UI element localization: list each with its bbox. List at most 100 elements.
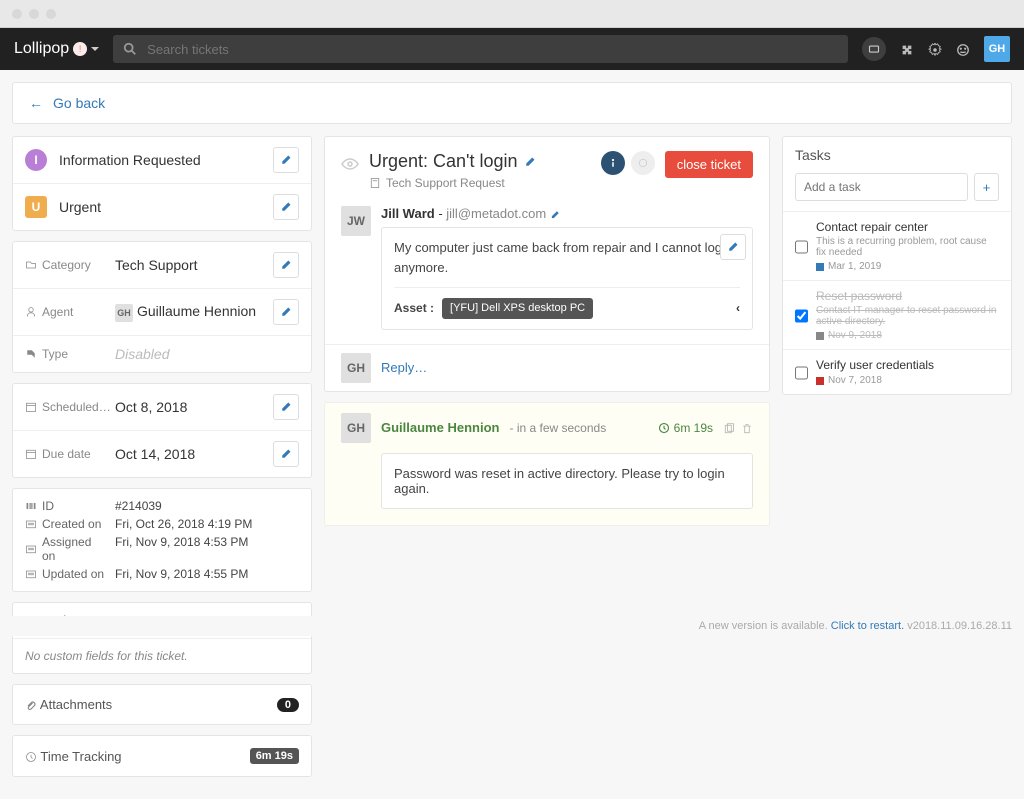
task-title: Contact repair center bbox=[816, 220, 999, 234]
agent-value: GHGuillaume Hennion bbox=[115, 303, 265, 322]
assigned-value: Fri, Nov 9, 2018 4:53 PM bbox=[115, 535, 248, 563]
eye-icon bbox=[341, 155, 359, 171]
edit-duedate-button[interactable] bbox=[273, 441, 299, 467]
time-tracking-label: Time Tracking bbox=[25, 749, 122, 764]
priority-badge: U bbox=[25, 196, 47, 218]
meta-panel: Category Tech Support Agent GHGuillaume … bbox=[12, 241, 312, 373]
task-title: Reset password bbox=[816, 289, 999, 303]
assigned-label: Assigned on bbox=[25, 535, 107, 563]
created-label: Created on bbox=[25, 517, 107, 531]
updated-label: Updated on bbox=[25, 567, 107, 581]
task-checkbox[interactable] bbox=[795, 291, 808, 341]
footer-restart-link[interactable]: Click to restart. bbox=[831, 620, 904, 632]
time-tracking-panel[interactable]: Time Tracking 6m 19s bbox=[12, 735, 312, 777]
edit-title-icon[interactable] bbox=[524, 156, 536, 168]
notifications-icon[interactable] bbox=[862, 37, 886, 61]
footer: A new version is available. Click to res… bbox=[0, 616, 1024, 636]
updated-value: Fri, Nov 9, 2018 4:55 PM bbox=[115, 567, 248, 581]
response-panel: GH Guillaume Hennion - in a few seconds … bbox=[324, 402, 770, 526]
add-task-button[interactable]: + bbox=[974, 173, 999, 201]
edit-author-icon[interactable] bbox=[550, 210, 560, 220]
add-task-input[interactable] bbox=[795, 173, 968, 201]
chevron-left-icon: ‹ bbox=[736, 299, 740, 317]
traffic-dots bbox=[12, 9, 56, 19]
created-value: Fri, Oct 26, 2018 4:19 PM bbox=[115, 517, 252, 531]
puzzle-icon[interactable] bbox=[900, 41, 914, 57]
reply-row: GH Reply… bbox=[325, 344, 769, 391]
reply-avatar: GH bbox=[341, 353, 371, 383]
custom-fields-body: No custom fields for this ticket. bbox=[13, 638, 311, 673]
status-panel: I Information Requested U Urgent bbox=[12, 136, 312, 231]
nav-icons: GH bbox=[862, 36, 1010, 62]
merge-icon[interactable] bbox=[631, 151, 655, 175]
info-circle-icon[interactable] bbox=[601, 151, 625, 175]
brand[interactable]: Lollipop ! bbox=[14, 40, 99, 58]
footer-version: v2018.11.09.16.28.11 bbox=[907, 620, 1012, 632]
agent-label: Agent bbox=[25, 305, 107, 319]
search-bar[interactable] bbox=[113, 35, 848, 63]
task-checkbox[interactable] bbox=[795, 360, 808, 386]
edit-stage-button[interactable] bbox=[273, 147, 299, 173]
task-date: Nov 7, 2018 bbox=[816, 375, 999, 386]
ticket-panel: Urgent: Can't login Tech Support Request… bbox=[324, 136, 770, 392]
priority-label: Urgent bbox=[59, 199, 261, 215]
copy-icon[interactable] bbox=[723, 420, 735, 435]
face-icon[interactable] bbox=[956, 41, 970, 57]
brand-label: Lollipop bbox=[14, 40, 69, 58]
ticket-form: Tech Support Request bbox=[369, 176, 591, 190]
attachments-label: Attachments bbox=[25, 697, 112, 712]
edit-agent-button[interactable] bbox=[273, 299, 299, 325]
task-checkbox[interactable] bbox=[795, 222, 808, 272]
time-tracking-value: 6m 19s bbox=[250, 748, 299, 764]
comment-text: My computer just came back from repair a… bbox=[394, 240, 732, 275]
task-desc: This is a recurring problem, root cause … bbox=[816, 236, 999, 258]
comment-box: My computer just came back from repair a… bbox=[381, 227, 753, 330]
duedate-value: Oct 14, 2018 bbox=[115, 446, 265, 462]
attachments-panel[interactable]: Attachments 0 bbox=[12, 684, 312, 725]
close-ticket-button[interactable]: close ticket bbox=[665, 151, 753, 178]
arrow-left-icon: ← bbox=[29, 95, 43, 111]
asset-pill: [YFU] Dell XPS desktop PC bbox=[442, 298, 593, 319]
edit-comment-button[interactable] bbox=[720, 234, 746, 260]
current-user-avatar[interactable]: GH bbox=[984, 36, 1010, 62]
top-nav: Lollipop ! GH bbox=[0, 28, 1024, 70]
browser-chrome bbox=[0, 0, 1024, 28]
task-item[interactable]: Contact repair center This is a recurrin… bbox=[783, 211, 1011, 280]
gear-icon[interactable] bbox=[928, 41, 942, 57]
scheduled-label: Scheduled… bbox=[25, 400, 107, 414]
response-time: 6m 19s bbox=[658, 421, 713, 435]
stage-badge: I bbox=[25, 149, 47, 171]
task-list: Contact repair center This is a recurrin… bbox=[783, 211, 1011, 394]
comment: JW Jill Ward - jill@metadot.com My compu… bbox=[325, 200, 769, 344]
task-item[interactable]: Verify user credentials Nov 7, 2018 bbox=[783, 349, 1011, 394]
task-desc: Contact IT manager to reset password in … bbox=[816, 305, 999, 327]
delete-icon[interactable] bbox=[741, 420, 753, 435]
type-label: Type bbox=[25, 347, 107, 361]
scheduled-value: Oct 8, 2018 bbox=[115, 399, 265, 415]
id-value: #214039 bbox=[115, 499, 162, 513]
stage-label: Information Requested bbox=[59, 152, 261, 168]
comment-author: Jill Ward - jill@metadot.com bbox=[381, 206, 753, 221]
task-item[interactable]: Reset password Contact IT manager to res… bbox=[783, 280, 1011, 349]
edit-category-button[interactable] bbox=[273, 252, 299, 278]
category-value: Tech Support bbox=[115, 257, 265, 273]
asset-label: Asset : bbox=[394, 299, 434, 317]
asset-row[interactable]: Asset : [YFU] Dell XPS desktop PC ‹ bbox=[394, 287, 740, 319]
tasks-title: Tasks bbox=[783, 137, 1011, 173]
category-label: Category bbox=[25, 258, 107, 272]
ticket-title: Urgent: Can't login bbox=[369, 151, 591, 172]
edit-priority-button[interactable] bbox=[273, 194, 299, 220]
search-icon bbox=[123, 42, 137, 56]
caret-down-icon bbox=[91, 47, 99, 51]
task-title: Verify user credentials bbox=[816, 358, 999, 372]
edit-scheduled-button[interactable] bbox=[273, 394, 299, 420]
type-value: Disabled bbox=[115, 346, 299, 362]
info-panel: ID#214039 Created onFri, Oct 26, 2018 4:… bbox=[12, 488, 312, 592]
tasks-panel: Tasks + Contact repair center This is a … bbox=[782, 136, 1012, 395]
dates-panel: Scheduled… Oct 8, 2018 Due date Oct 14, … bbox=[12, 383, 312, 478]
task-date: Mar 1, 2019 bbox=[816, 261, 999, 272]
search-input[interactable] bbox=[147, 42, 838, 57]
reply-link[interactable]: Reply… bbox=[381, 360, 427, 375]
goback-link[interactable]: ←Go back bbox=[29, 95, 105, 111]
footer-text: A new version is available. bbox=[699, 620, 828, 632]
